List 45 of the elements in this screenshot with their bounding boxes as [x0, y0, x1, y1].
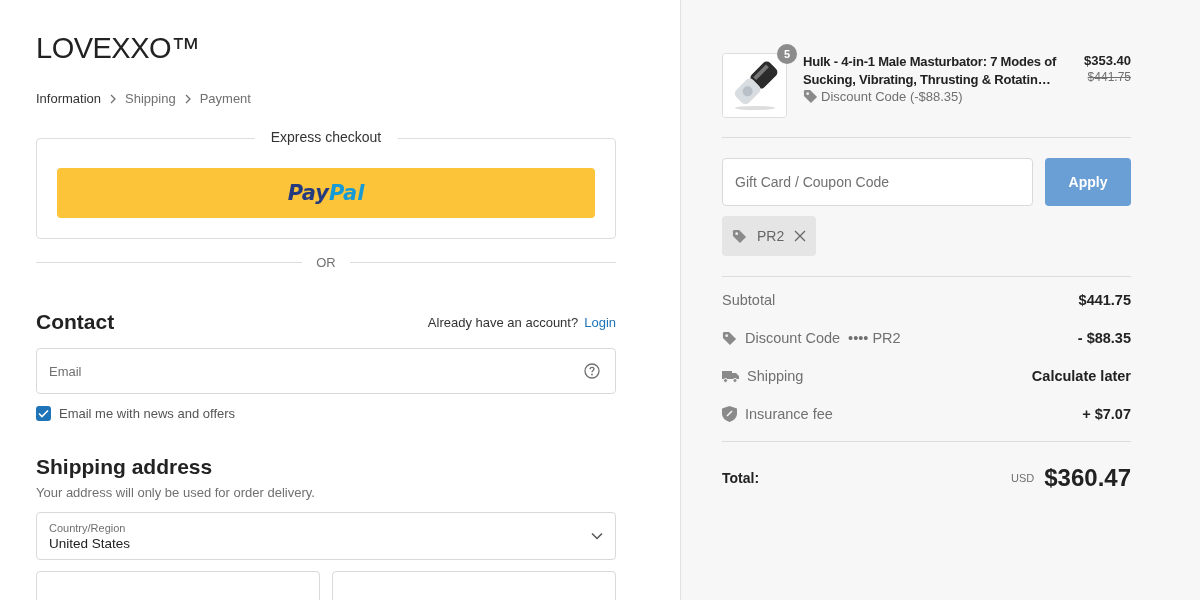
newsletter-checkbox[interactable]	[36, 406, 51, 421]
summary-value: Calculate later	[1031, 368, 1131, 384]
quantity-badge: 5	[777, 44, 797, 64]
summary-label: Subtotal	[722, 292, 776, 308]
country-select[interactable]: Country/Region United States	[36, 512, 616, 560]
tag-icon	[803, 89, 818, 104]
tag-icon	[732, 228, 747, 244]
shipping-address-heading: Shipping address	[36, 455, 214, 479]
breadcrumb-step[interactable]: Information	[36, 91, 102, 106]
chevron-down-icon	[591, 532, 603, 540]
coupon-code: PR2	[757, 228, 785, 244]
chevron-icon	[109, 93, 118, 104]
total-amount: $360.47	[1044, 464, 1131, 492]
product-discount: Discount Code (-$88.35)	[821, 89, 963, 104]
total-label: Total:	[722, 470, 760, 486]
summary-value: + $7.07	[1082, 406, 1131, 422]
express-checkout-title: Express checkout	[254, 129, 398, 145]
product-price: $353.40	[1084, 53, 1131, 68]
close-icon[interactable]	[794, 230, 807, 242]
contact-heading: Contact	[36, 310, 115, 334]
account-prompt: Already have an account?	[427, 315, 579, 330]
product-name: Hulk - 4-in-1 Male Masturbator: 7 Modes of Sucking, Vibrating, Thrusting & Rotatin…	[803, 53, 1058, 89]
summary-value: - $88.35	[1077, 330, 1131, 346]
discount-code: •••• PR2	[848, 330, 901, 346]
tag-icon	[722, 330, 737, 346]
newsletter-label: Email me with news and offers	[59, 406, 236, 421]
store-logo[interactable]: LOVEXXO™	[36, 32, 616, 65]
summary-label: Insurance fee	[745, 406, 833, 422]
login-link[interactable]: Login	[584, 315, 616, 330]
summary-value: $441.75	[1078, 292, 1131, 308]
or-divider-label: OR	[316, 255, 336, 270]
breadcrumb-step[interactable]: Shipping	[125, 91, 176, 106]
email-field[interactable]: Email	[36, 348, 616, 394]
breadcrumb-step[interactable]: Payment	[199, 91, 251, 106]
address-note: Your address will only be used for order delivery.	[36, 485, 316, 500]
help-icon[interactable]	[584, 363, 600, 379]
paypal-button[interactable]: PayPal	[57, 168, 595, 218]
chevron-icon	[183, 93, 192, 104]
original-price: $441.75	[1086, 70, 1131, 84]
shield-icon	[722, 406, 737, 422]
summary-label: Discount Code	[745, 330, 841, 346]
truck-icon	[722, 369, 739, 383]
summary-label: Shipping	[747, 368, 804, 384]
coupon-field[interactable]: Gift Card / Coupon Code	[722, 158, 1033, 206]
currency-code: USD	[1011, 472, 1035, 484]
